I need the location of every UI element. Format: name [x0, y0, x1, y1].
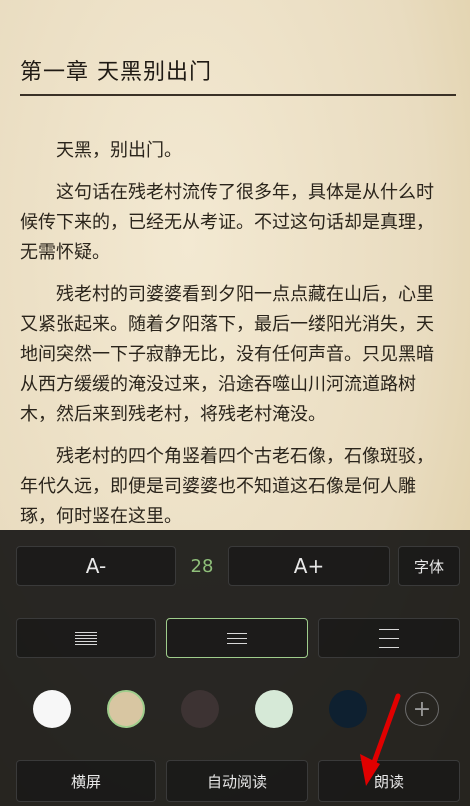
bg-white-swatch[interactable] [33, 690, 71, 728]
medium-spacing-icon [227, 631, 247, 646]
line-spacing-row [0, 618, 470, 658]
chapter-title: 第一章 天黑别出门 [20, 60, 212, 85]
spacing-medium-button[interactable] [166, 618, 308, 658]
chapter-content: 天黑，别出门。 这句话在残老村流传了很多年，具体是从什么时候传下来的，已经无从考… [20, 136, 450, 544]
font-size-value: 28 [190, 555, 214, 577]
font-increase-button[interactable]: A+ [228, 546, 390, 586]
landscape-button[interactable]: 横屏 [16, 760, 156, 802]
loose-spacing-icon [379, 625, 399, 652]
title-divider [20, 94, 456, 96]
compact-spacing-icon [75, 631, 97, 646]
font-size-row: A- 28 A+ 字体 [0, 546, 470, 586]
add-background-button[interactable]: + [405, 692, 439, 726]
paragraph: 天黑，别出门。 [56, 140, 182, 161]
paragraph: 残老村的司婆婆看到夕阳一点点藏在山后，心里又紧张起来。随着夕阳落下，最后一缕阳光… [20, 284, 434, 425]
spacing-loose-button[interactable] [318, 618, 460, 658]
spacing-compact-button[interactable] [16, 618, 156, 658]
bg-dark-brown-swatch[interactable] [181, 690, 219, 728]
bg-parchment-swatch[interactable] [107, 690, 145, 728]
font-decrease-button[interactable]: A- [16, 546, 176, 586]
bg-mint-swatch[interactable] [255, 690, 293, 728]
auto-read-button[interactable]: 自动阅读 [166, 760, 308, 802]
red-arrow-annotation [360, 693, 401, 786]
paragraph: 残老村的四个角竖着四个古老石像，石像斑驳，年代久远，即便是司婆婆也不知道这石像是… [20, 446, 434, 527]
plus-icon: + [412, 696, 432, 722]
paragraph: 这句话在残老村流传了很多年，具体是从什么时候传下来的，已经无从考证。不过这句话却… [20, 182, 434, 263]
font-family-button[interactable]: 字体 [398, 546, 460, 586]
